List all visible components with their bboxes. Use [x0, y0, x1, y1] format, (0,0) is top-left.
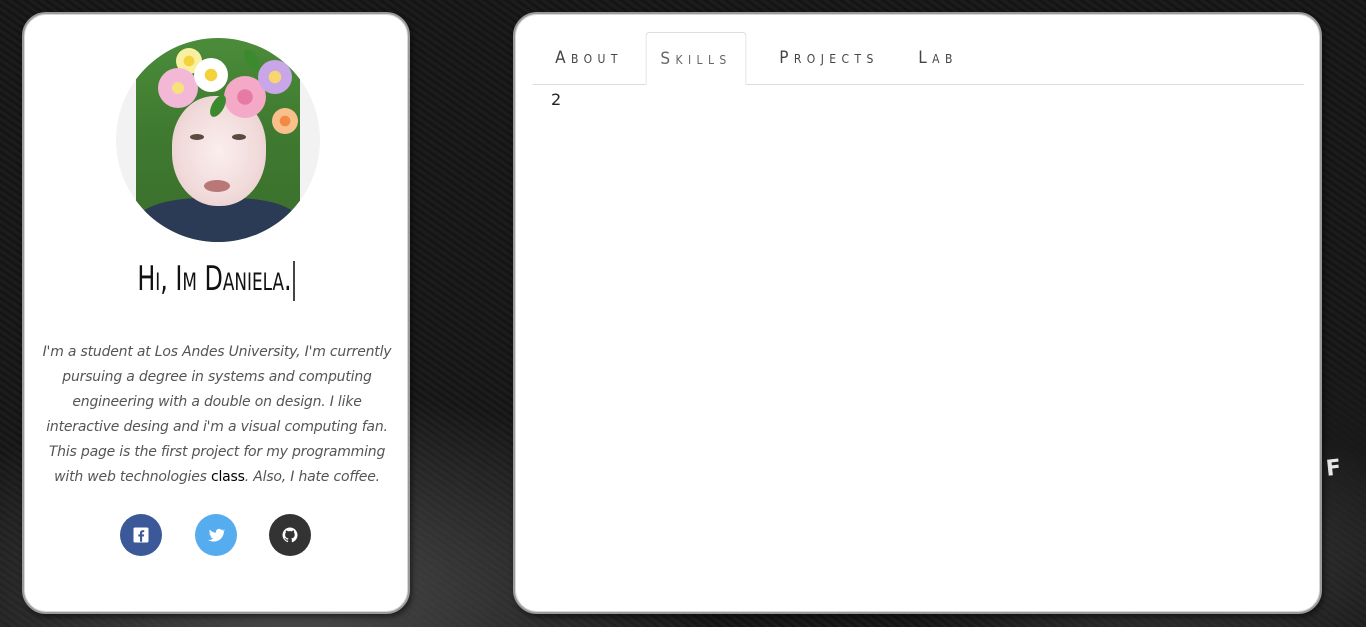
tab-projects[interactable]: Projects	[775, 32, 883, 84]
bio-highlight: class	[210, 469, 245, 485]
profile-card: Hi, Im Daniela. I'm a student at Los And…	[22, 12, 410, 614]
background-text: F	[1324, 455, 1345, 482]
tab-skills[interactable]: Skills	[645, 32, 747, 85]
facebook-button[interactable]	[120, 514, 162, 556]
twitter-button[interactable]	[195, 514, 237, 556]
github-button[interactable]	[269, 514, 311, 556]
content-card: About Skills Projects Lab 2	[513, 12, 1322, 614]
bio-text: I'm a student at Los Andes University, I…	[42, 344, 392, 485]
profile-bio: I'm a student at Los Andes University, I…	[34, 340, 400, 490]
greeting-text: Hi, Im Daniela.	[137, 259, 292, 299]
tab-bar: About Skills Projects Lab	[533, 32, 1304, 85]
tab-lab[interactable]: Lab	[911, 32, 965, 84]
twitter-icon	[208, 528, 225, 542]
social-links	[24, 514, 408, 556]
github-icon	[282, 527, 298, 543]
avatar	[116, 38, 320, 242]
typing-caret	[293, 260, 295, 301]
tab-panel-content: 2	[551, 90, 562, 109]
profile-greeting: Hi, Im Daniela.	[66, 259, 366, 301]
facebook-icon	[133, 527, 149, 543]
tab-about[interactable]: About	[544, 32, 634, 84]
bio-text-end: . Also, I hate coffee.	[244, 469, 380, 485]
